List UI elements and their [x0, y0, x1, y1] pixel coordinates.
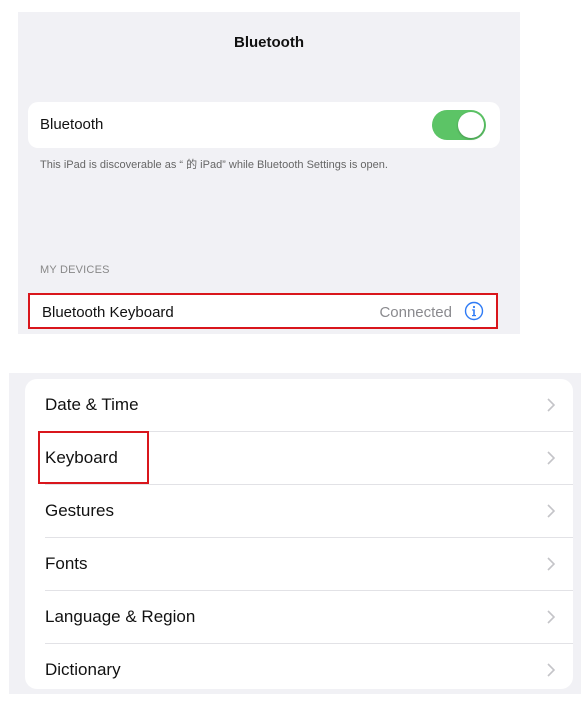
chevron-right-icon — [547, 451, 555, 465]
general-settings-panel: Date & Time Keyboard Gestures Fonts Lang… — [9, 373, 581, 694]
list-item-gestures[interactable]: Gestures — [25, 485, 573, 537]
device-row-bluetooth-keyboard[interactable]: Bluetooth Keyboard Connected — [28, 293, 498, 329]
list-item-label: Date & Time — [45, 395, 139, 414]
bluetooth-toggle-row: Bluetooth — [28, 102, 500, 148]
chevron-right-icon — [547, 398, 555, 412]
discoverable-note: This iPad is discoverable as “ 的 iPad” w… — [40, 159, 388, 171]
chevron-right-icon — [547, 504, 555, 518]
chevron-right-icon — [547, 663, 555, 677]
keyboard-highlight-box — [38, 431, 149, 484]
my-devices-header: MY DEVICES — [40, 264, 110, 276]
toggle-knob — [458, 112, 484, 138]
list-item-label: Language & Region — [45, 607, 196, 626]
chevron-right-icon — [547, 557, 555, 571]
info-icon[interactable] — [464, 301, 484, 321]
bluetooth-toggle-label: Bluetooth — [40, 116, 104, 133]
list-item-fonts[interactable]: Fonts — [25, 538, 573, 590]
device-status: Connected — [379, 304, 452, 321]
device-name: Bluetooth Keyboard — [42, 304, 174, 321]
settings-list: Date & Time Keyboard Gestures Fonts Lang… — [25, 379, 573, 689]
list-item-label: Fonts — [45, 554, 88, 573]
bluetooth-toggle-switch[interactable] — [432, 110, 486, 140]
list-item-label: Gestures — [45, 501, 114, 520]
list-item-date-time[interactable]: Date & Time — [25, 379, 573, 431]
list-item-label: Dictionary — [45, 660, 121, 679]
list-item-language-region[interactable]: Language & Region — [25, 591, 573, 643]
list-item-dictionary[interactable]: Dictionary — [25, 644, 573, 689]
page-title: Bluetooth — [234, 34, 304, 51]
chevron-right-icon — [547, 610, 555, 624]
bluetooth-settings-panel: Bluetooth Bluetooth This iPad is discove… — [18, 12, 520, 334]
